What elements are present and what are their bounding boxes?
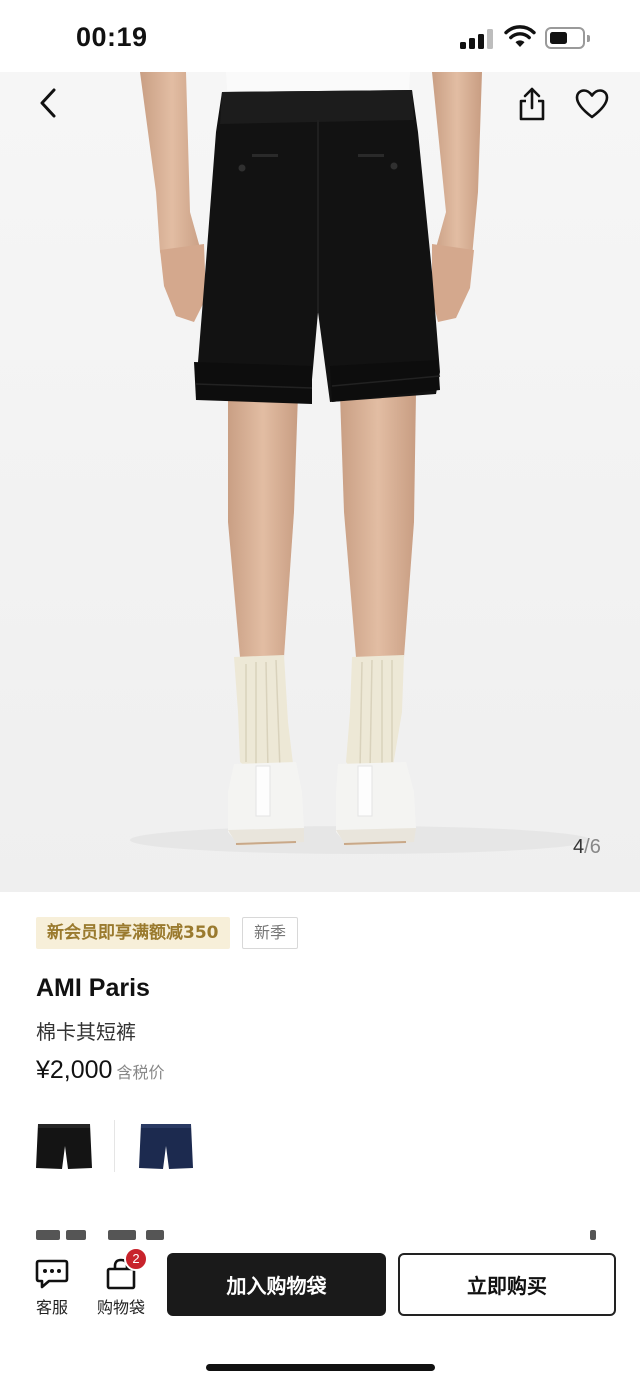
product-name: 棉卡其短裤 [36,1020,136,1044]
product-image[interactable]: 4/6 [0,72,640,892]
swatch-divider [114,1120,115,1172]
promo-tag[interactable]: 新会员即享满额减350 [36,917,230,949]
status-bar: 00:19 [0,0,640,72]
size-selector-row[interactable] [0,1224,640,1240]
gallery-counter: 4/6 [573,836,601,859]
add-to-bag-button[interactable]: 加入购物袋 [167,1253,386,1316]
product-photo [0,72,640,892]
price: ¥2,000 [36,1056,113,1084]
price-row: ¥2,000 含税价 [36,1056,164,1085]
brand-name[interactable]: AMI Paris [36,974,150,1003]
season-tag: 新季 [242,917,299,949]
swatch-navy[interactable] [136,1118,196,1174]
wifi-icon [504,25,536,47]
battery-icon [545,27,590,49]
tax-note: 含税价 [116,1063,165,1082]
customer-service-button[interactable]: 客服 [30,1258,74,1317]
gallery-total: 6 [589,836,601,858]
bag-count-badge: 2 [124,1247,148,1271]
back-chevron-icon[interactable] [32,86,66,120]
buy-now-button[interactable]: 立即购买 [398,1253,616,1316]
customer-service-label: 客服 [35,1298,69,1317]
chat-bubble-icon [35,1259,69,1289]
swatch-black[interactable] [34,1118,94,1174]
gallery-current: 4 [573,836,585,858]
status-time: 00:19 [76,22,148,52]
shopping-bag-label: 购物袋 [96,1298,146,1317]
share-icon[interactable] [516,86,548,122]
heart-icon[interactable] [574,88,610,120]
cellular-signal-icon [460,29,494,49]
home-indicator[interactable] [206,1364,435,1371]
